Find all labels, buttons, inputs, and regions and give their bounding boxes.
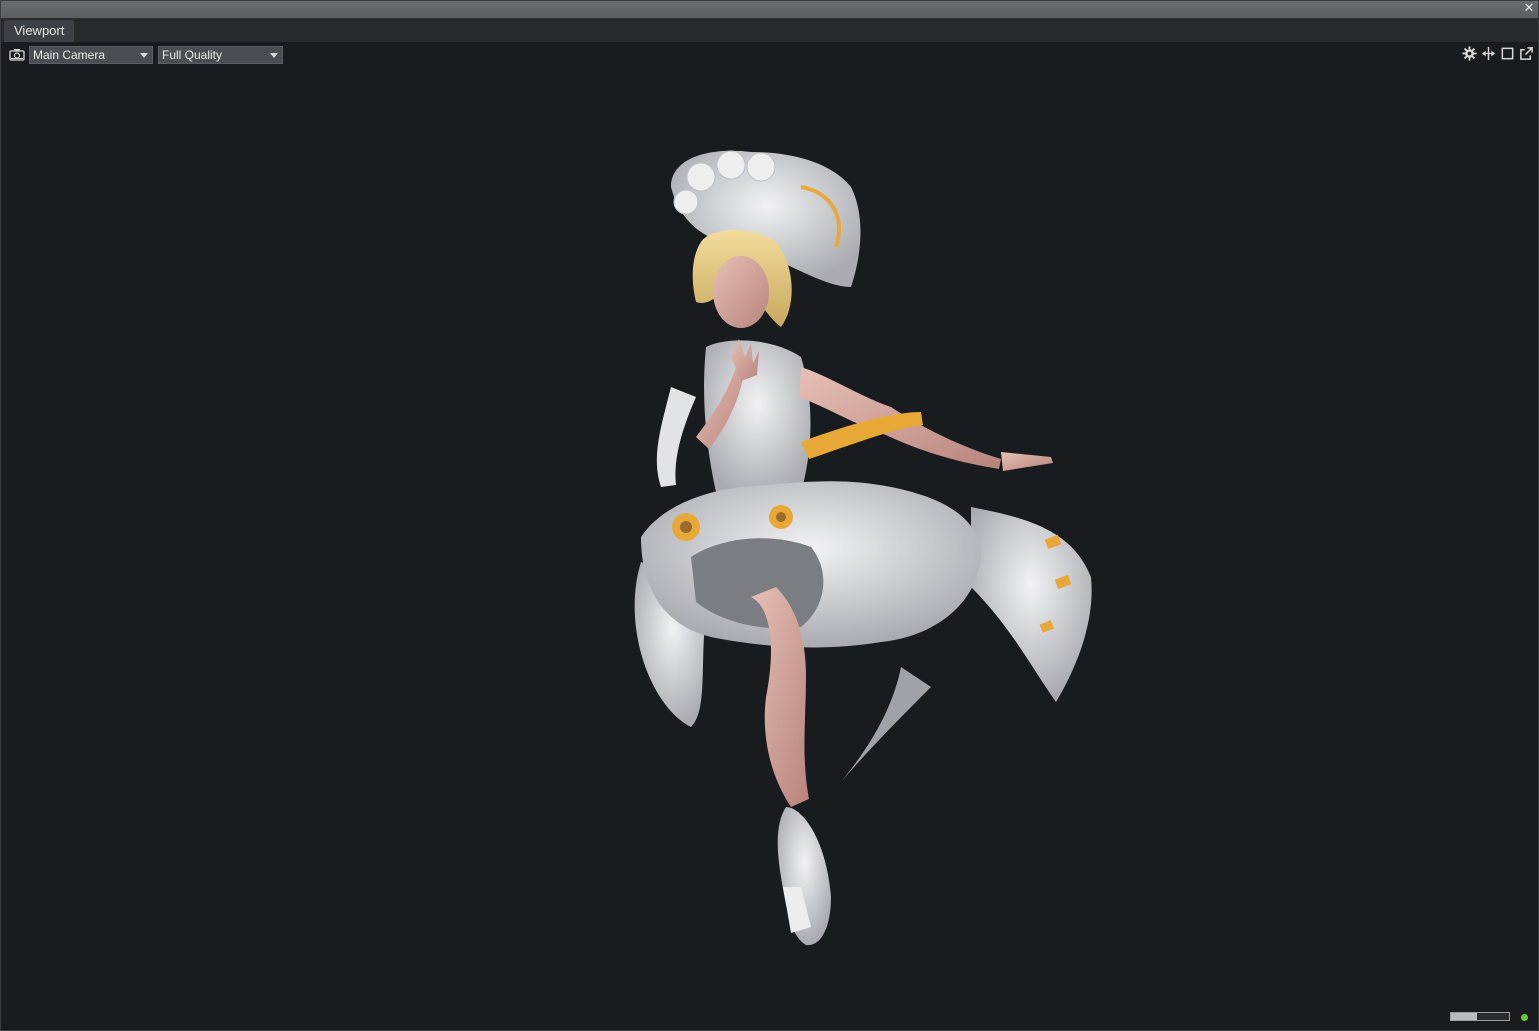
status-indicator-dot xyxy=(1521,1014,1528,1021)
character-render xyxy=(634,150,1092,946)
chevron-down-icon xyxy=(140,53,148,58)
maximize-icon[interactable] xyxy=(1500,46,1515,61)
camera-select-value: Main Camera xyxy=(33,48,106,62)
gear-icon[interactable] xyxy=(1462,46,1477,61)
viewport-tool-icons xyxy=(1462,46,1534,62)
quality-select-value: Full Quality xyxy=(162,48,223,62)
camera-icon[interactable] xyxy=(9,48,25,62)
progress-bar-fill xyxy=(1451,1013,1478,1020)
viewport-canvas[interactable]: Main Camera Full Quality xyxy=(1,42,1538,1030)
tab-viewport[interactable]: Viewport xyxy=(4,20,75,42)
progress-bar xyxy=(1450,1012,1510,1021)
camera-select[interactable]: Main Camera xyxy=(29,46,153,64)
viewport-window: ✕ Viewport Main Camera Full Quality xyxy=(0,0,1539,1031)
quality-select[interactable]: Full Quality xyxy=(158,46,283,64)
split-icon[interactable] xyxy=(1481,46,1496,61)
tab-bar: Viewport xyxy=(1,19,1538,42)
popout-icon[interactable] xyxy=(1519,46,1534,61)
chevron-down-icon xyxy=(270,53,278,58)
close-icon[interactable]: ✕ xyxy=(1522,2,1536,16)
panel-title-strip[interactable]: ✕ xyxy=(1,1,1538,19)
